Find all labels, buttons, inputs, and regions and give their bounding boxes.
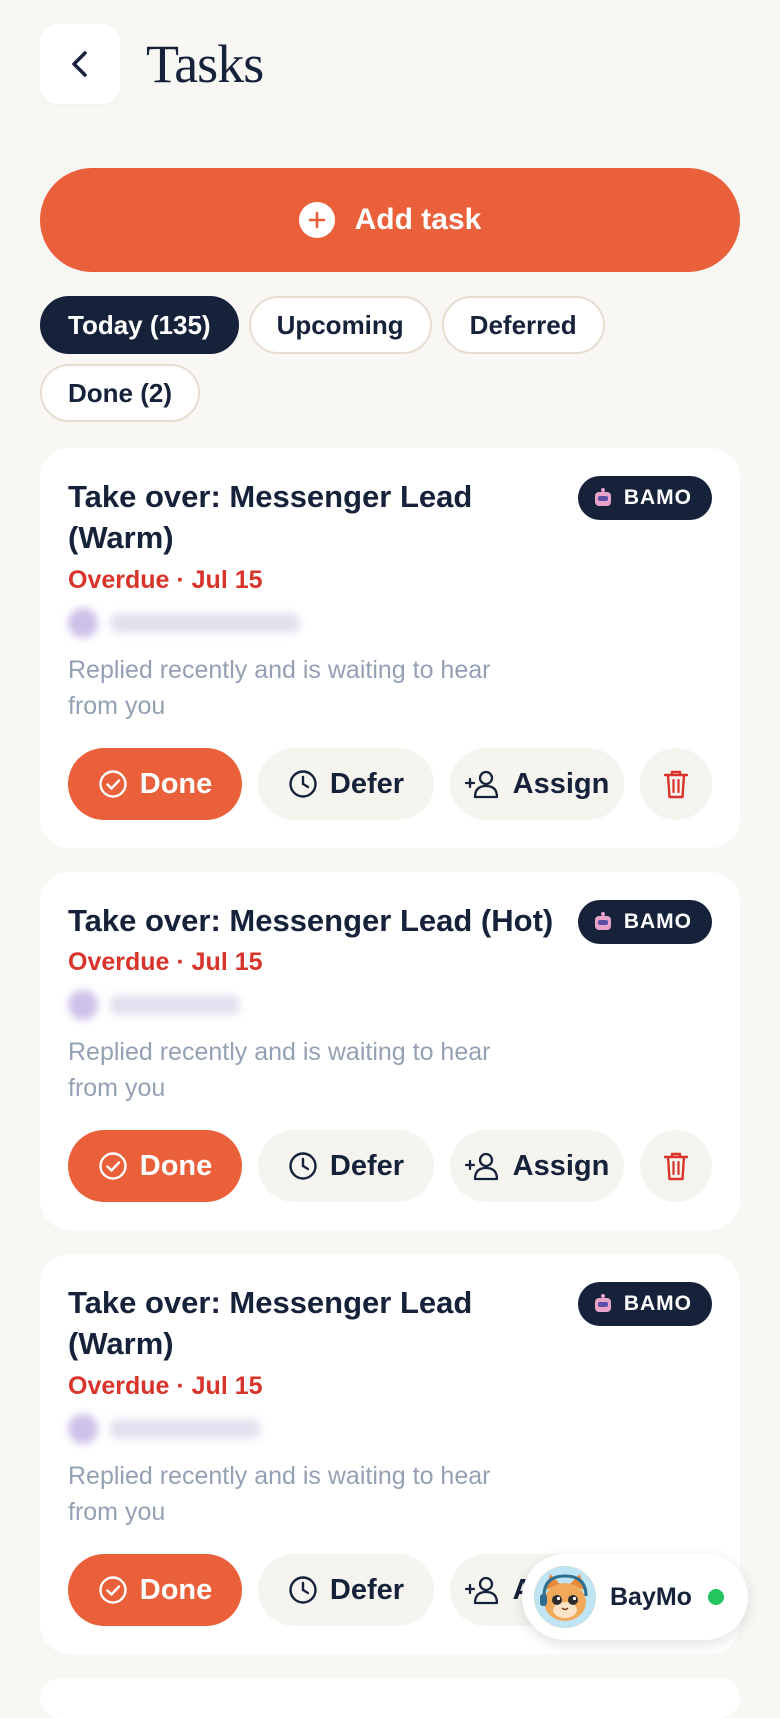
plus-circle-icon: [298, 202, 335, 238]
assign-button[interactable]: Assign: [450, 1130, 624, 1202]
page-title: Tasks: [146, 34, 264, 94]
defer-button[interactable]: Defer: [258, 1554, 434, 1626]
done-button[interactable]: Done: [68, 1554, 242, 1626]
tab-upcoming[interactable]: Upcoming: [248, 296, 432, 354]
bamo-badge: BAMO: [577, 900, 712, 944]
bamo-label: BAMO: [623, 910, 692, 933]
task-description: Replied recently and is waiting to hear …: [68, 656, 491, 720]
done-label: Done: [139, 1573, 213, 1606]
assign-label: Assign: [512, 1149, 610, 1182]
task-card: Take over: Messenger Lead (Warm) BAMO Ov…: [40, 448, 740, 848]
check-circle-icon: [99, 1152, 127, 1180]
online-status-dot: [707, 1589, 724, 1605]
assign-label: Assign: [512, 767, 610, 800]
due-date: Overdue · Jul 15: [68, 948, 263, 976]
task-title: Take over: Messenger Lead (Hot): [68, 903, 554, 938]
trash-icon: [663, 1152, 689, 1181]
assign-button[interactable]: Assign: [450, 748, 624, 820]
bamo-label: BAMO: [623, 486, 692, 509]
clock-icon: [289, 770, 317, 798]
task-card: Take over: Messenger Lead (Hot) BAMO Ove…: [40, 872, 740, 1230]
check-circle-icon: [99, 1576, 127, 1604]
user-plus-icon: [464, 1576, 498, 1605]
defer-label: Defer: [329, 767, 405, 800]
clock-icon: [289, 1576, 317, 1604]
done-button[interactable]: Done: [68, 1130, 242, 1202]
bamo-badge: BAMO: [577, 476, 712, 520]
task-actions: Done Defer Assign: [68, 1130, 712, 1202]
baymo-avatar: [534, 1566, 596, 1628]
done-button[interactable]: Done: [68, 748, 242, 820]
task-actions: Done Defer Assign: [68, 748, 712, 820]
bamo-label: BAMO: [623, 1292, 692, 1315]
contact-name: [110, 613, 300, 633]
cat-mascot-icon: [534, 1566, 596, 1628]
due-date: Overdue · Jul 15: [68, 566, 263, 594]
task-card: [40, 1678, 740, 1718]
contact-blurred: [68, 1414, 260, 1444]
page-header: Tasks: [40, 24, 264, 104]
defer-button[interactable]: Defer: [258, 748, 434, 820]
clock-icon: [289, 1152, 317, 1180]
done-label: Done: [139, 767, 213, 800]
avatar: [68, 608, 98, 638]
chevron-left-icon: [72, 51, 87, 77]
back-button[interactable]: [40, 24, 120, 104]
filter-tabs: Today (135) Upcoming Deferred Done (2): [40, 296, 700, 422]
task-title: Take over: Messenger Lead (Warm): [68, 1285, 473, 1361]
trash-icon: [663, 770, 689, 799]
add-task-button[interactable]: Add task: [40, 168, 740, 272]
due-date: Overdue · Jul 15: [68, 1372, 263, 1400]
task-title: Take over: Messenger Lead (Warm): [68, 479, 473, 555]
tab-deferred[interactable]: Deferred: [441, 296, 605, 354]
task-description: Replied recently and is waiting to hear …: [68, 1038, 491, 1102]
defer-label: Defer: [329, 1573, 405, 1606]
contact-name: [110, 1419, 260, 1439]
robot-icon: [594, 488, 611, 506]
defer-label: Defer: [329, 1149, 405, 1182]
baymo-assistant-button[interactable]: BayMo: [522, 1554, 748, 1640]
robot-icon: [594, 912, 611, 930]
delete-button[interactable]: [640, 748, 712, 820]
tab-today[interactable]: Today (135): [40, 296, 239, 354]
delete-button[interactable]: [640, 1130, 712, 1202]
contact-name: [110, 995, 240, 1015]
task-description: Replied recently and is waiting to hear …: [68, 1462, 491, 1526]
user-plus-icon: [464, 1152, 498, 1181]
avatar: [68, 990, 98, 1020]
bamo-badge: BAMO: [577, 1282, 712, 1326]
avatar: [68, 1414, 98, 1444]
contact-blurred: [68, 990, 240, 1020]
add-task-label: Add task: [354, 203, 482, 236]
tab-done[interactable]: Done (2): [40, 364, 200, 422]
done-label: Done: [139, 1149, 213, 1182]
check-circle-icon: [99, 770, 127, 798]
contact-blurred: [68, 608, 300, 638]
user-plus-icon: [464, 770, 498, 799]
defer-button[interactable]: Defer: [258, 1130, 434, 1202]
robot-icon: [594, 1294, 611, 1312]
baymo-name: BayMo: [610, 1582, 692, 1611]
